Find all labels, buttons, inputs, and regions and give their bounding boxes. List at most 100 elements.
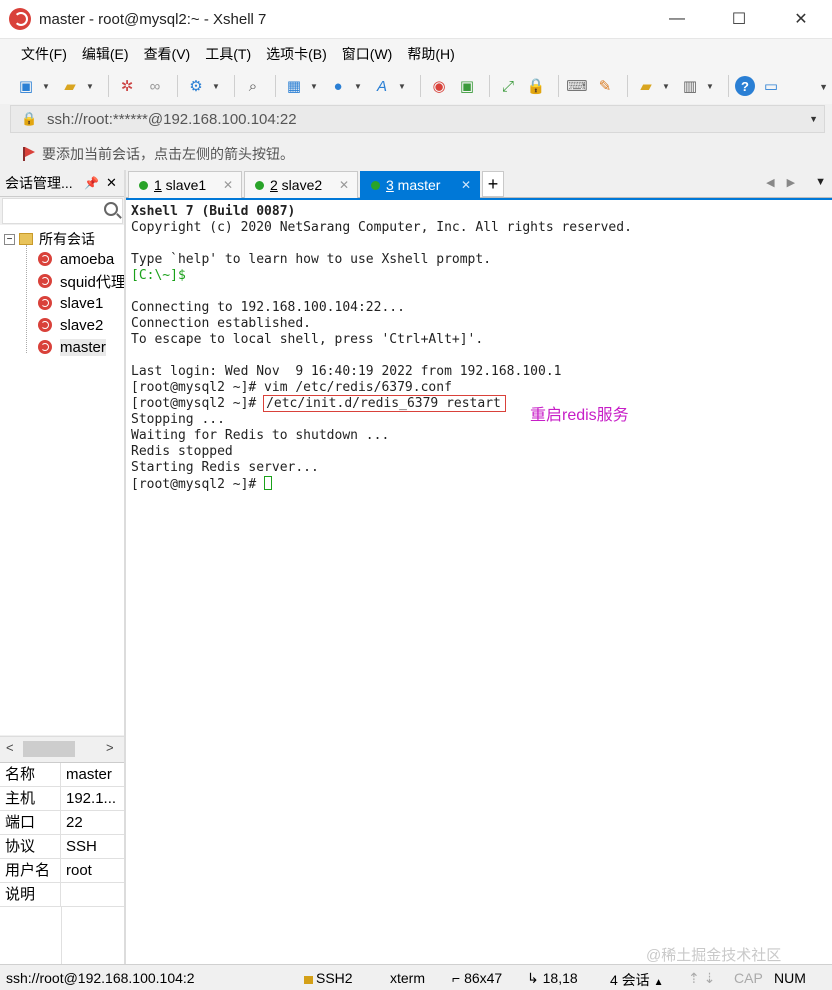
window-title: master - root@mysql2:~ - Xshell 7 [39, 10, 267, 28]
close-tab-icon[interactable]: ✕ [223, 178, 233, 192]
menu-tools[interactable]: 工具(T) [205, 44, 251, 64]
toolbar-overflow-icon[interactable]: ▼ [819, 82, 828, 92]
new-session-icon[interactable]: ▣ [14, 74, 38, 98]
layout-dropdown-icon[interactable]: ▼ [310, 82, 320, 91]
globe-dropdown-icon[interactable]: ▼ [354, 82, 364, 91]
tab-scroll-right-icon[interactable]: ▶ [787, 176, 795, 189]
session-label: slave2 [60, 316, 104, 334]
terminal-line: Xshell 7 (Build 0087) [131, 204, 296, 219]
size-icon: ⌐ [452, 970, 465, 986]
tree-root-all-sessions[interactable]: − 所有会话 [4, 229, 95, 249]
status-position: 18,18 [542, 970, 578, 986]
fullscreen-icon[interactable]: ⤢ [496, 74, 520, 98]
add-folder-icon[interactable]: ▰ [634, 74, 658, 98]
tab-slave2[interactable]: 2 slave2 ✕ [244, 171, 358, 198]
new-tab-button[interactable]: + [482, 171, 504, 197]
session-search-input[interactable] [2, 198, 123, 224]
cursor-position-icon: ↳ [527, 970, 543, 986]
properties-dropdown-icon[interactable]: ▼ [212, 82, 222, 91]
property-divider [61, 907, 62, 965]
address-dropdown-icon[interactable]: ▼ [809, 114, 818, 124]
session-item-squid[interactable]: squid代理 [38, 270, 124, 292]
property-value: root [66, 862, 92, 879]
property-value: 192.1... [66, 790, 117, 807]
scroll-thumb[interactable] [23, 741, 75, 757]
session-properties: 名称 master 主机 192.1... 端口 22 协议 SSH 用户名 r… [0, 762, 124, 965]
status-sessions[interactable]: 4 会话 ▲ [610, 970, 663, 990]
toolbar-separator [108, 75, 109, 97]
scroll-left-icon[interactable]: < [6, 740, 14, 755]
open-folder-icon[interactable]: ▰ [58, 74, 82, 98]
font-dropdown-icon[interactable]: ▼ [398, 82, 408, 91]
tab-label: 3 master [386, 177, 440, 193]
add-session-flag-icon[interactable] [22, 146, 36, 162]
layout-icon[interactable]: ▦ [282, 74, 306, 98]
tab-number: 2 [270, 177, 278, 193]
menu-help[interactable]: 帮助(H) [407, 44, 454, 64]
help-icon[interactable]: ? [735, 76, 755, 96]
window-layout-icon[interactable]: ▥ [678, 74, 702, 98]
address-input[interactable]: ssh://root:******@192.168.100.104:22 [47, 111, 297, 128]
secure-lock-icon [304, 976, 313, 984]
menu-file[interactable]: 文件(F) [21, 44, 67, 64]
xftp-icon[interactable]: ▣ [455, 74, 479, 98]
pin-icon[interactable]: 📌 [84, 176, 99, 190]
properties-icon[interactable]: ⚙ [184, 74, 208, 98]
chat-icon[interactable]: ▭ [759, 74, 783, 98]
address-bar[interactable]: 🔒 ssh://root:******@192.168.100.104:22 ▼ [10, 105, 825, 133]
disconnect-icon[interactable]: ∞ [143, 74, 167, 98]
tab-list-dropdown-icon[interactable]: ▼ [815, 176, 826, 189]
maximize-button[interactable]: ☐ [708, 0, 770, 38]
session-item-slave1[interactable]: slave1 [38, 292, 103, 314]
toolbar-separator [627, 75, 628, 97]
menu-tabs[interactable]: 选项卡(B) [266, 44, 327, 64]
tree-root-label: 所有会话 [39, 231, 95, 247]
xshell-icon[interactable]: ◉ [427, 74, 451, 98]
property-row-port: 端口 22 [0, 810, 124, 835]
sessions-dropdown-icon[interactable]: ▲ [654, 977, 664, 988]
window-layout-dropdown-icon[interactable]: ▼ [706, 82, 716, 91]
menu-edit[interactable]: 编辑(E) [82, 44, 129, 64]
session-label: master [60, 338, 106, 356]
keyboard-icon[interactable]: ⌨ [565, 74, 589, 98]
menu-view[interactable]: 查看(V) [144, 44, 191, 64]
tab-master[interactable]: 3 master ✕ [360, 171, 480, 198]
open-dropdown-icon[interactable]: ▼ [86, 82, 96, 91]
title-bar: master - root@mysql2:~ - Xshell 7 — ☐ ✕ [0, 0, 832, 38]
terminal-area[interactable]: Xshell 7 (Build 0087) Copyright (c) 2020 … [126, 198, 832, 964]
menu-window[interactable]: 窗口(W) [342, 44, 393, 64]
close-button[interactable]: ✕ [770, 0, 832, 38]
globe-icon[interactable]: ● [326, 74, 350, 98]
tab-slave1[interactable]: 1 slave1 ✕ [128, 171, 242, 198]
close-tab-icon[interactable]: ✕ [339, 178, 349, 192]
close-panel-icon[interactable]: ✕ [106, 175, 117, 191]
tab-number: 3 [386, 177, 394, 193]
lock-icon[interactable]: 🔒 [524, 74, 548, 98]
session-item-slave2[interactable]: slave2 [38, 314, 103, 336]
session-tree: − 所有会话 amoeba squid代理 slave1 slave2 mast… [0, 225, 124, 735]
tree-connector [26, 245, 27, 353]
close-tab-icon[interactable]: ✕ [461, 178, 471, 192]
minimize-button[interactable]: — [646, 0, 708, 38]
add-folder-dropdown-icon[interactable]: ▼ [662, 82, 672, 91]
lock-icon: 🔒 [21, 111, 38, 126]
session-item-master[interactable]: master [38, 336, 106, 358]
tab-number: 1 [154, 177, 162, 193]
tab-label: 1 slave1 [154, 177, 206, 193]
connect-icon[interactable]: ✲ [115, 74, 139, 98]
tab-scroll-left-icon[interactable]: ◀ [766, 176, 774, 189]
collapse-icon[interactable]: − [4, 233, 15, 245]
status-cap: CAP [734, 970, 763, 986]
watermark: @稀土掘金技术社区 [646, 947, 782, 964]
scroll-right-icon[interactable]: > [106, 740, 114, 755]
new-session-dropdown-icon[interactable]: ▼ [42, 82, 52, 91]
font-icon[interactable]: A [370, 74, 394, 98]
session-label: squid代理 [60, 273, 124, 291]
session-tree-scrollbar[interactable]: < > [0, 736, 124, 760]
session-item-amoeba[interactable]: amoeba [38, 248, 114, 270]
search-icon[interactable] [104, 202, 118, 216]
highlight-pen-icon[interactable]: ✎ [593, 74, 617, 98]
find-icon[interactable]: ⌕ [241, 74, 265, 98]
